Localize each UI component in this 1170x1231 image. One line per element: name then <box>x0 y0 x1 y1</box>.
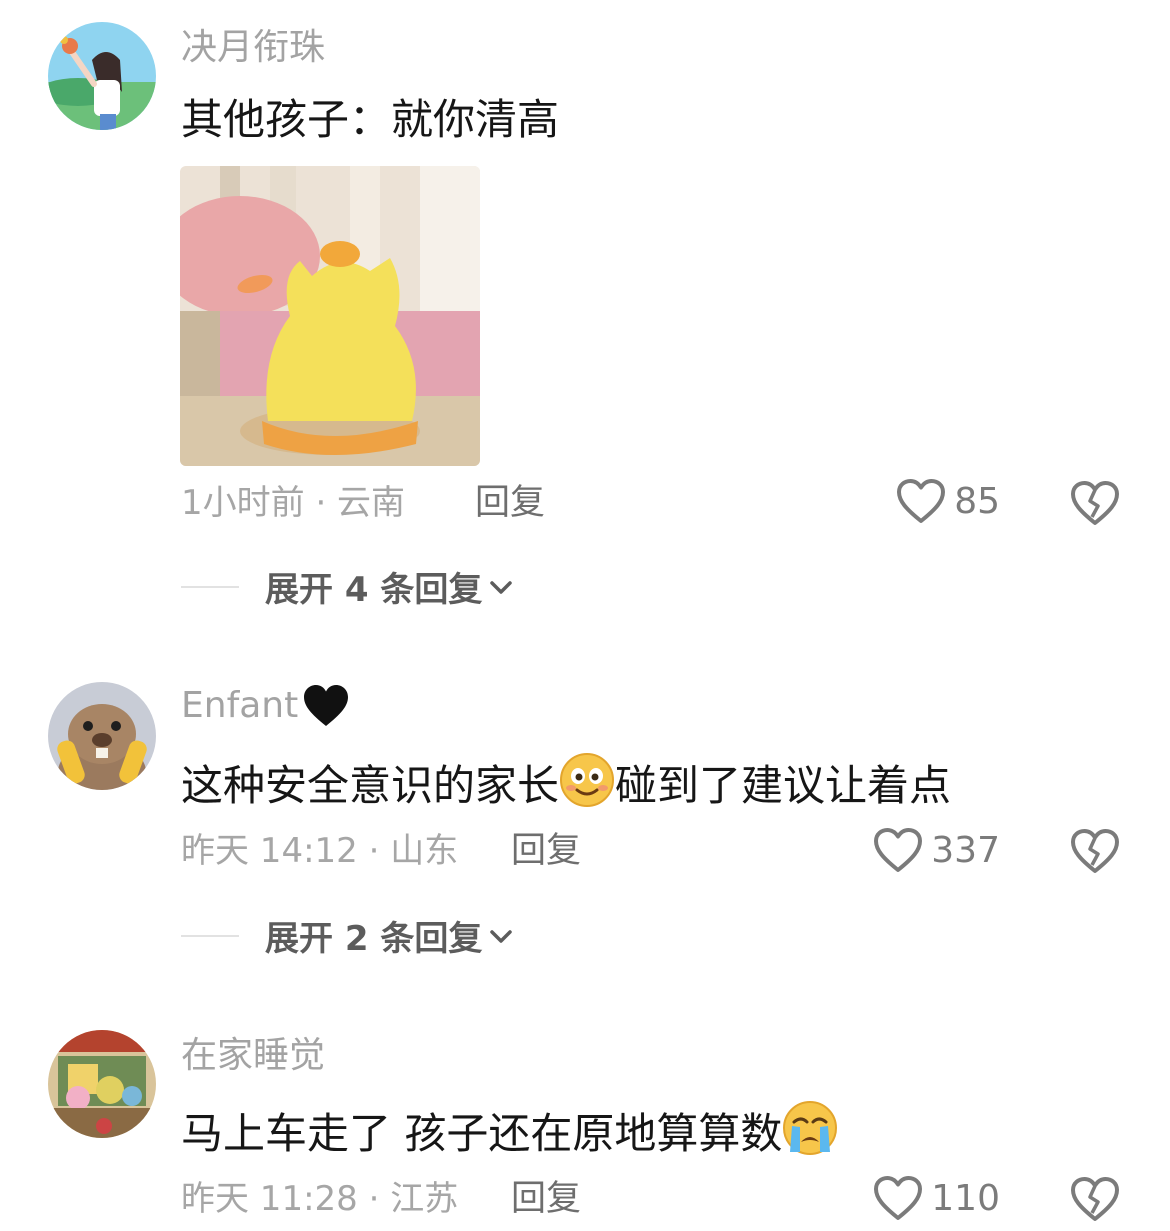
heart-outline-icon <box>874 828 923 872</box>
comment-text-part-1: 马上车走了 孩子还在原地算算数 <box>181 1109 783 1158</box>
username[interactable]: Enfant <box>181 684 350 728</box>
expand-replies-label: 展开 2 条回复 <box>265 919 483 959</box>
like-count: 337 <box>931 830 1000 871</box>
like-button[interactable]: 85 <box>896 479 1000 525</box>
black-heart-icon <box>304 685 349 726</box>
expand-replies-button[interactable]: 展开 4 条回复 <box>181 562 514 611</box>
reply-button[interactable]: 回复 <box>475 482 545 524</box>
user-avatar[interactable] <box>48 1030 156 1138</box>
yellow-plush-figure-image[interactable] <box>180 166 480 466</box>
comment-text: 这种安全意识的家长 碰到了建议让着点 <box>181 752 951 812</box>
expand-replies-label: 展开 4 条回复 <box>265 570 483 610</box>
comment-meta: 昨天 14:12 · 山东 <box>181 831 459 871</box>
comment-text: 其他孩子：就你清高 <box>181 95 560 144</box>
expand-replies-button[interactable]: 展开 2 条回复 <box>181 911 514 960</box>
like-button[interactable]: 110 <box>873 1176 1000 1222</box>
username[interactable]: 在家睡觉 <box>181 1034 325 1078</box>
heart-outline-icon <box>874 1176 923 1220</box>
comment-meta: 1小时前 · 云南 <box>181 483 406 523</box>
broken-heart-icon[interactable] <box>1070 479 1120 527</box>
heart-outline-icon <box>897 479 946 523</box>
divider-line <box>181 585 239 588</box>
comment-text-part-2: 碰到了建议让着点 <box>615 761 952 810</box>
chevron-down-icon <box>490 929 513 943</box>
broken-heart-icon[interactable] <box>1070 827 1120 875</box>
user-avatar[interactable] <box>48 22 156 130</box>
user-avatar[interactable] <box>48 682 156 790</box>
like-count: 85 <box>954 481 1000 522</box>
username[interactable]: 决月衔珠 <box>181 26 325 70</box>
like-button[interactable]: 337 <box>873 828 1000 874</box>
comment-meta: 昨天 11:28 · 江苏 <box>181 1179 459 1219</box>
smiling-face-emoji <box>560 753 615 807</box>
like-count: 110 <box>931 1178 1000 1219</box>
reply-button[interactable]: 回复 <box>511 830 581 872</box>
divider-line <box>181 934 239 937</box>
crying-face-emoji <box>783 1101 838 1155</box>
comment-text-part-1: 这种安全意识的家长 <box>181 761 560 810</box>
chevron-down-icon <box>490 580 513 594</box>
comment-text: 马上车走了 孩子还在原地算算数 <box>181 1100 838 1160</box>
reply-button[interactable]: 回复 <box>511 1178 581 1220</box>
broken-heart-icon[interactable] <box>1070 1175 1120 1223</box>
username-text: Enfant <box>181 685 299 726</box>
